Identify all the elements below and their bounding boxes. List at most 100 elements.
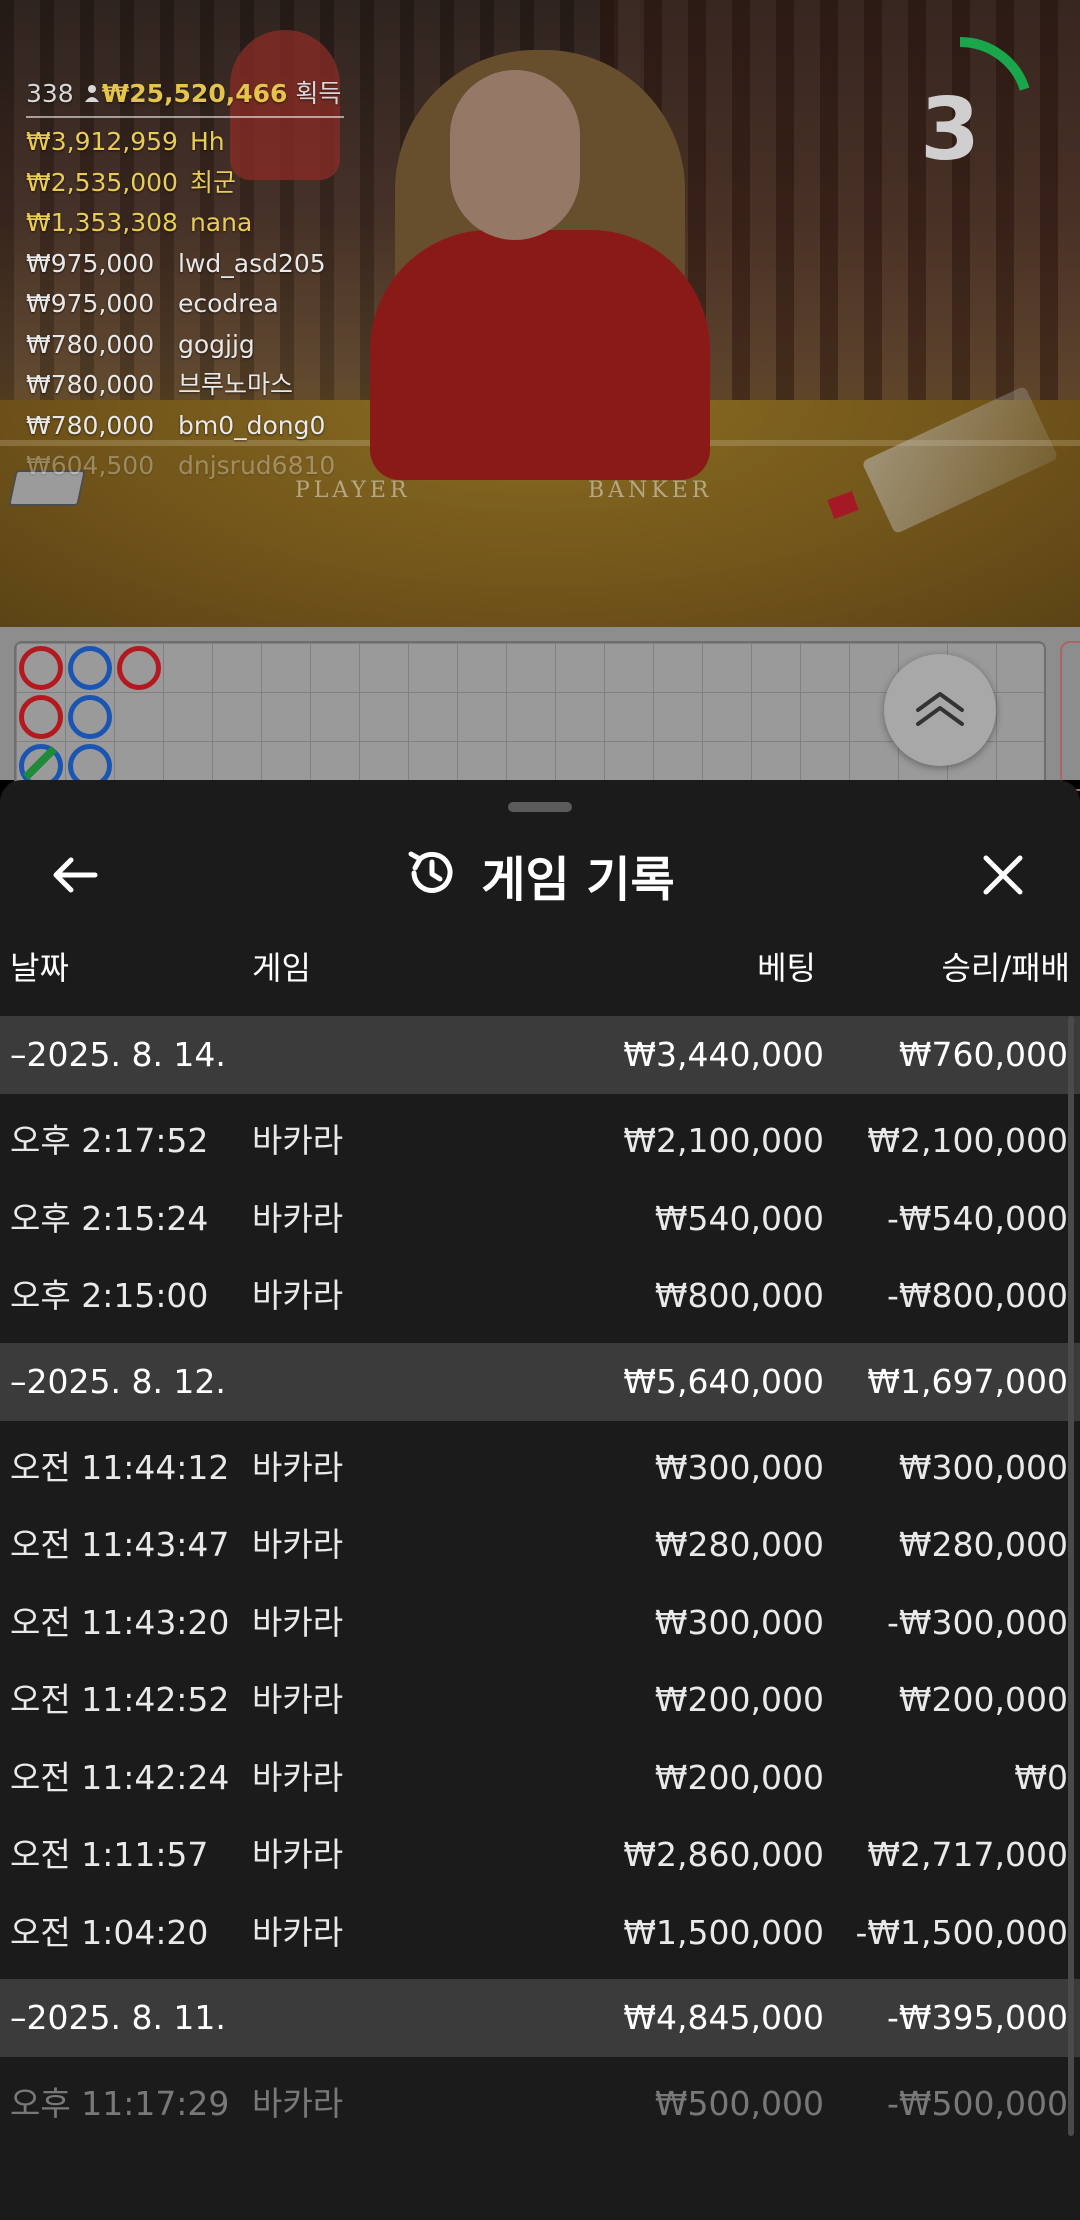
row-win-loss: -₩1,500,000 <box>855 1912 1069 1952</box>
leaderboard-amount: ₩1,353,308 <box>26 208 178 237</box>
row-time: 오전 11:43:20 <box>10 1602 230 1642</box>
leaderboard-name: nana <box>189 208 253 237</box>
row-bet: ₩2,100,000 <box>623 1121 824 1160</box>
total-winnings: ₩25,520,466 <box>101 79 288 108</box>
history-list[interactable]: –2025. 8. 14. ₩3,440,000 ₩760,000 오후 2:17:5… <box>0 1016 1080 2151</box>
live-video-stream[interactable]: PLAYER BANKER 338 ₩25,520,466 획득 ₩3,912,… <box>0 0 1080 627</box>
countdown-number: 3 <box>920 80 980 180</box>
group-date: –2025. 8. 12. <box>10 1361 226 1401</box>
leaderboard-name: 최군 <box>189 167 236 197</box>
row-game: 바카라 <box>252 1757 344 1797</box>
total-label: 획득 <box>295 79 342 108</box>
column-header-win-loss: 승리/패배 <box>941 949 1070 987</box>
row-time: 오후 2:15:00 <box>10 1276 209 1315</box>
group-win-loss-total: ₩1,697,000 <box>867 1361 1068 1401</box>
leaderboard-name: dnjsrud6810 <box>178 451 336 480</box>
leaderboard-amount: ₩780,000 <box>26 410 155 440</box>
row-time: 오후 11:17:29 <box>10 2084 230 2123</box>
back-button[interactable] <box>40 842 110 912</box>
leaderboard-name: gogjjg <box>178 329 255 359</box>
row-time: 오후 2:15:24 <box>10 1198 209 1238</box>
row-win-loss: ₩0 <box>1014 1757 1068 1797</box>
close-icon <box>981 853 1025 901</box>
leaderboard-amount: ₩2,535,000 <box>26 167 178 197</box>
leaderboard-name: bm0_dong0 <box>178 410 326 440</box>
row-bet: ₩200,000 <box>654 1757 824 1797</box>
bead-banker <box>116 645 161 690</box>
date-group-row[interactable]: –2025. 8. 11. ₩4,845,000 -₩395,000 <box>0 1979 1080 2057</box>
row-win-loss: -₩800,000 <box>886 1276 1068 1315</box>
leaderboard-amount: ₩780,000 <box>26 370 155 399</box>
history-row[interactable]: 오전 1:11:57 바카라 ₩2,860,000 ₩2,717,000 <box>0 1816 1080 1894</box>
history-row[interactable]: 오전 11:42:24 바카라 ₩200,000 ₩0 <box>0 1739 1080 1817</box>
row-time: 오전 1:04:20 <box>10 1912 209 1952</box>
leaderboard-divider <box>26 116 344 118</box>
leaderboard-list: ₩3,912,959 Hh ₩2,535,000 최군 ₩1,353,308 nana ₩9… <box>26 122 335 487</box>
close-button[interactable] <box>968 842 1038 912</box>
leaderboard-row: ₩780,000 gogjjg <box>26 325 335 366</box>
player-count: 338 <box>26 79 74 108</box>
arrow-left-icon <box>51 855 99 899</box>
history-scrollbar[interactable] <box>1068 1016 1074 2136</box>
row-game: 바카라 <box>252 2084 344 2123</box>
group-date: –2025. 8. 11. <box>10 1998 226 2037</box>
row-time: 오전 11:42:52 <box>10 1680 230 1719</box>
leaderboard-name: Hh <box>189 127 225 156</box>
expand-button[interactable] <box>884 654 996 766</box>
row-bet: ₩540,000 <box>654 1198 824 1238</box>
history-row[interactable]: 오전 11:42:52 바카라 ₩200,000 ₩200,000 <box>0 1661 1080 1739</box>
game-history-sheet: 게임 기록 날짜 게임 베팅 승리/패배 –2025. 8. 14. ₩3,440… <box>0 780 1080 2220</box>
history-row[interactable]: 오후 2:15:00 바카라 ₩800,000 -₩800,000 <box>0 1257 1080 1335</box>
row-bet: ₩1,500,000 <box>623 1912 824 1952</box>
leaderboard-amount: ₩975,000 <box>26 248 155 278</box>
row-win-loss: ₩200,000 <box>898 1680 1068 1719</box>
leaderboard-row: ₩780,000 bm0_dong0 <box>26 406 335 447</box>
row-time: 오전 11:42:24 <box>10 1757 230 1797</box>
leaderboard-row: ₩2,535,000 최군 <box>26 163 335 204</box>
history-row[interactable]: 오전 11:43:20 바카라 ₩300,000 -₩300,000 <box>0 1584 1080 1662</box>
bead-player <box>67 694 112 739</box>
person-icon <box>84 81 100 110</box>
group-win-loss-total: -₩395,000 <box>886 1998 1068 2037</box>
leaderboard-amount: ₩604,500 <box>26 451 155 480</box>
date-group-row[interactable]: –2025. 8. 14. ₩3,440,000 ₩760,000 <box>0 1016 1080 1094</box>
date-group-row[interactable]: –2025. 8. 12. ₩5,640,000 ₩1,697,000 <box>0 1342 1080 1421</box>
secondary-road-edge <box>1060 641 1080 791</box>
history-row[interactable]: 오후 11:17:29 바카라 ₩500,000 -₩500,000 <box>0 2065 1080 2143</box>
row-win-loss: -₩540,000 <box>886 1198 1068 1238</box>
history-row[interactable]: 오전 1:04:20 바카라 ₩1,500,000 -₩1,500,000 <box>0 1894 1080 1972</box>
row-game: 바카라 <box>252 1525 344 1564</box>
history-row[interactable]: 오전 11:44:12 바카라 ₩300,000 ₩300,000 <box>0 1429 1080 1507</box>
column-header-date: 날짜 <box>10 949 69 987</box>
history-icon <box>405 846 459 904</box>
history-row[interactable]: 오후 2:15:24 바카라 ₩540,000 -₩540,000 <box>0 1180 1080 1258</box>
row-bet: ₩800,000 <box>654 1276 824 1315</box>
row-game: 바카라 <box>252 1276 344 1315</box>
group-win-loss-total: ₩760,000 <box>898 1035 1068 1074</box>
leaderboard-row: ₩3,912,959 Hh <box>26 122 335 163</box>
row-bet: ₩300,000 <box>654 1447 824 1487</box>
row-game: 바카라 <box>252 1198 344 1238</box>
row-game: 바카라 <box>252 1912 344 1952</box>
leaderboard-name: 브루노마스 <box>178 370 294 399</box>
history-row[interactable]: 오전 11:43:47 바카라 ₩280,000 ₩280,000 <box>0 1506 1080 1584</box>
bead-banker <box>18 694 63 739</box>
row-bet: ₩500,000 <box>654 2084 824 2123</box>
sheet-drag-handle[interactable] <box>508 802 572 812</box>
row-win-loss: ₩280,000 <box>898 1525 1068 1564</box>
row-win-loss: -₩500,000 <box>886 2084 1068 2123</box>
row-win-loss: -₩300,000 <box>886 1602 1068 1642</box>
row-bet: ₩200,000 <box>654 1680 824 1719</box>
sheet-title: 게임 기록 <box>481 852 675 908</box>
row-bet: ₩280,000 <box>654 1525 824 1564</box>
history-row[interactable]: 오후 2:17:52 바카라 ₩2,100,000 ₩2,100,000 <box>0 1102 1080 1180</box>
row-game: 바카라 <box>252 1835 344 1874</box>
column-headers: 날짜 게임 베팅 승리/패배 <box>0 930 1080 1006</box>
row-game: 바카라 <box>252 1602 344 1642</box>
row-bet: ₩2,860,000 <box>623 1835 824 1874</box>
leaderboard-row: ₩1,353,308 nana <box>26 203 335 244</box>
row-game: 바카라 <box>252 1121 344 1160</box>
